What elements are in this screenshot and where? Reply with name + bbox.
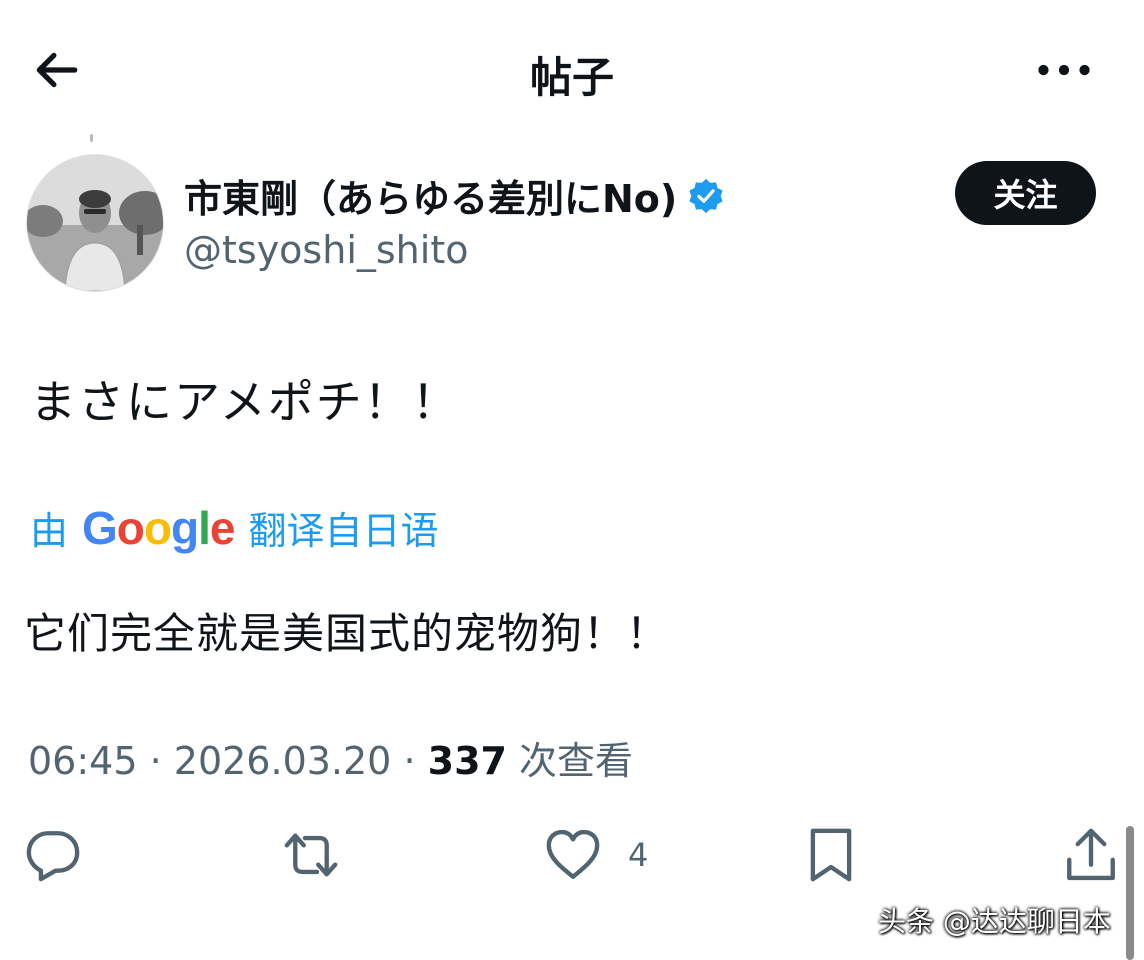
- translated-text: 它们完全就是美国式的宠物狗！！: [24, 609, 670, 658]
- like-count: 4: [628, 836, 649, 874]
- post-meta: 06:45 · 2026.03.20 · 337 次查看: [28, 730, 633, 785]
- views-label: 次查看: [519, 739, 634, 783]
- verified-badge-icon: [689, 178, 723, 213]
- scrollbar[interactable]: [1126, 826, 1134, 960]
- avatar[interactable]: [26, 154, 164, 292]
- translate-prefix: 由: [30, 509, 69, 553]
- author-handle[interactable]: @tsyoshi_shito: [184, 228, 468, 272]
- retweet-button[interactable]: [282, 826, 340, 884]
- author-name-text: 市東剛（あらゆる差別にNo): [184, 177, 678, 221]
- views-count: 337: [427, 739, 507, 783]
- follow-button[interactable]: 关注: [955, 161, 1096, 225]
- page-title: 帖子: [529, 53, 614, 102]
- like-button[interactable]: 4: [544, 826, 648, 884]
- meta-separator: ·: [149, 739, 174, 783]
- more-dots-icon: [1038, 64, 1090, 76]
- share-button[interactable]: [1062, 826, 1120, 884]
- avatar-indicator: [90, 134, 93, 142]
- more-options-button[interactable]: [1032, 50, 1096, 90]
- retweet-icon: [284, 833, 338, 877]
- bookmark-button[interactable]: [802, 826, 860, 884]
- post-date[interactable]: 2026.03.20: [174, 739, 392, 783]
- bookmark-icon: [810, 828, 852, 882]
- share-icon: [1067, 828, 1115, 881]
- post-time[interactable]: 06:45: [28, 739, 138, 783]
- watermark: 头条 @达达聊日本: [878, 905, 1111, 938]
- avatar-photo: [27, 155, 163, 291]
- google-logo: Google: [82, 501, 235, 554]
- reply-button[interactable]: [24, 826, 82, 884]
- post-text: まさにアメポチ！！: [30, 375, 460, 429]
- meta-separator: ·: [403, 739, 428, 783]
- translate-suffix: 翻译自日语: [248, 509, 439, 553]
- author-name[interactable]: 市東剛（あらゆる差別にNo): [184, 168, 725, 223]
- reply-icon: [26, 831, 80, 882]
- translation-attribution[interactable]: 由 Google 翻译自日语: [30, 500, 439, 555]
- heart-icon: [546, 829, 600, 879]
